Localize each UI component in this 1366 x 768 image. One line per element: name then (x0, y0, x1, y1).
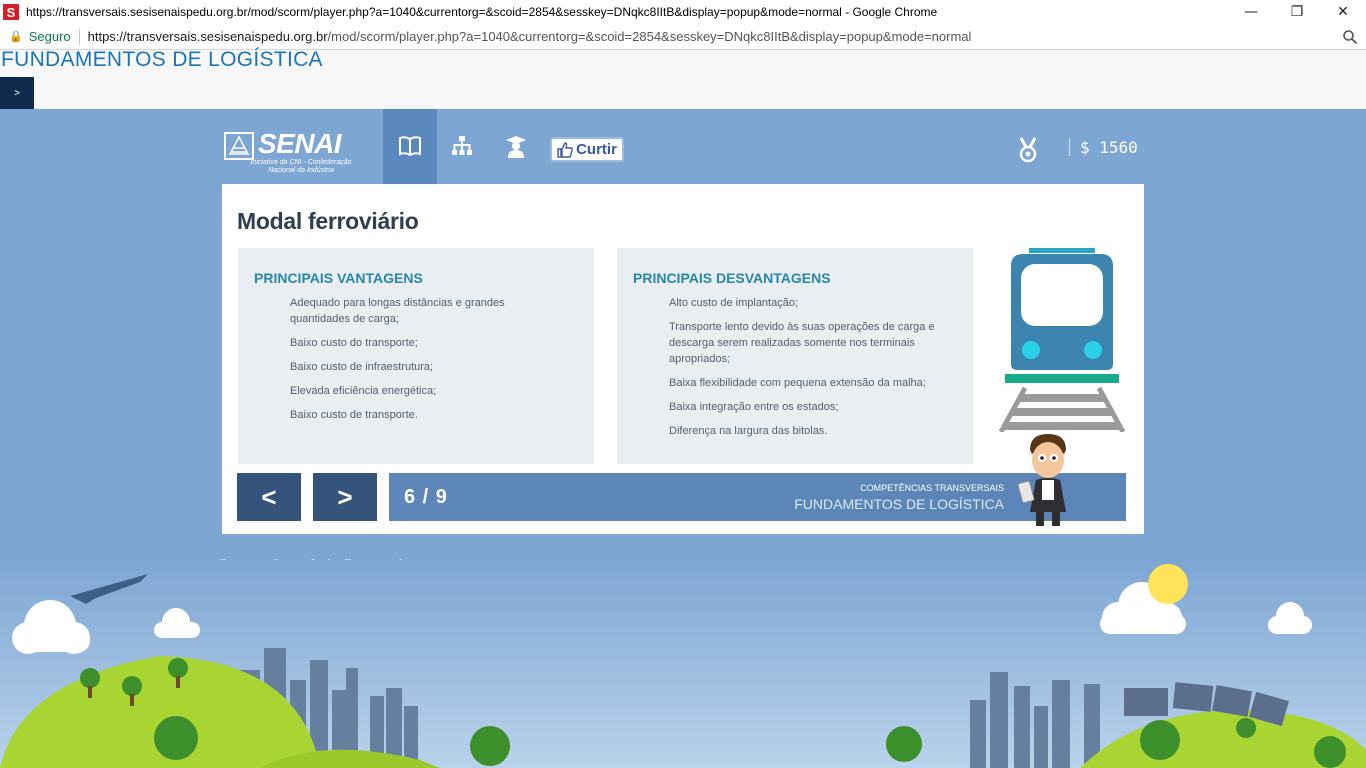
coins-balance: $ 1560 (1080, 138, 1138, 157)
url-path: /mod/scorm/player.php?a=1040&currentorg=… (327, 29, 972, 44)
thumbs-up-icon (557, 141, 573, 158)
disadvantages-panel: PRINCIPAIS DESVANTAGENS Alto custo de im… (617, 248, 973, 464)
like-label: Curtir (576, 141, 617, 158)
advantages-list: Adequado para longas distâncias e grande… (290, 295, 540, 431)
list-item: Alto custo de implantação; (669, 297, 799, 309)
site-favicon-icon: S (3, 4, 19, 20)
window-title: https://transversais.sesisenaispedu.org.… (26, 5, 938, 19)
prev-page-button[interactable]: < (237, 473, 301, 521)
coins-divider (1069, 138, 1070, 156)
senai-logo: SENAI Iniciativa da CNI - Confederação N… (224, 128, 356, 174)
list-item: Transporte lento devido às suas operaçõe… (669, 321, 935, 365)
secure-label: Seguro (28, 29, 71, 44)
advantages-heading: PRINCIPAIS VANTAGENS (254, 270, 423, 286)
character-illustration-icon (1017, 434, 1066, 526)
logo-subtitle: Iniciativa da CNI - Confederação Naciona… (250, 159, 352, 174)
address-bar[interactable]: 🔒 Seguro https://transversais.sesisenais… (0, 24, 1366, 50)
address-divider (78, 28, 80, 45)
graduate-icon[interactable] (504, 134, 528, 158)
minimize-icon[interactable]: — (1228, 0, 1274, 24)
lock-icon: 🔒 (9, 30, 23, 43)
disadvantages-list: Alto custo de implantação; Transporte le… (669, 295, 954, 447)
page-indicator: 6 / 9 (404, 486, 448, 508)
course-label: FUNDAMENTOS DE LOGÍSTICA (794, 496, 1004, 512)
logo-brand: SENAI (258, 128, 342, 159)
list-item: Baixa integração entre os estados; (669, 401, 839, 413)
list-item: Baixo custo de transporte. (290, 409, 418, 421)
list-item: Diferença na largura das bitolas. (669, 425, 828, 437)
toc-toggle-button[interactable]: > (0, 77, 34, 109)
lms-header: FUNDAMENTOS DE LOGÍSTICA > (0, 48, 1366, 109)
course-title: FUNDAMENTOS DE LOGÍSTICA (1, 48, 323, 71)
book-icon[interactable] (398, 134, 422, 158)
program-label: COMPETÊNCIAS TRANSVERSAIS (860, 483, 1004, 493)
disadvantages-heading: PRINCIPAIS DESVANTAGENS (633, 270, 831, 286)
url-host: https://transversais.sesisenaispedu.org.… (87, 29, 328, 44)
list-item: Elevada eficiência energética; (290, 385, 437, 397)
url-text[interactable]: https://transversais.sesisenaispedu.org.… (88, 29, 972, 44)
content-card: Modal ferroviário PRINCIPAIS VANTAGENS A… (222, 184, 1144, 534)
list-item: Adequado para longas distâncias e grande… (290, 297, 505, 325)
restore-icon[interactable]: ❐ (1274, 0, 1320, 24)
like-button[interactable]: Curtir (550, 137, 624, 162)
landscape-illustration-icon (0, 560, 1366, 768)
medal-icon[interactable] (1017, 137, 1039, 163)
train-illustration-icon (998, 248, 1126, 432)
list-item: Baixo custo do transporte; (290, 337, 418, 349)
senai-logo-mark-icon (224, 132, 254, 160)
sitemap-icon[interactable] (450, 134, 474, 158)
next-page-button[interactable]: > (313, 473, 377, 521)
zoom-icon[interactable] (1342, 29, 1358, 45)
list-item: Baixo custo de infraestrutura; (290, 361, 434, 373)
page-title: Modal ferroviário (237, 208, 419, 234)
advantages-panel: PRINCIPAIS VANTAGENS Adequado para longa… (238, 248, 594, 464)
browser-title-bar: S https://transversais.sesisenaispedu.or… (0, 0, 1366, 24)
list-item: Baixa flexibilidade com pequena extensão… (669, 377, 926, 389)
close-icon[interactable]: ✕ (1320, 0, 1366, 24)
